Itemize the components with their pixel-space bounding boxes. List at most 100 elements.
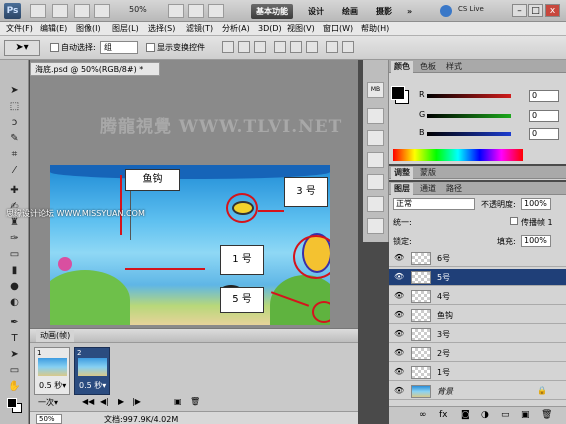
tab-swatches[interactable]: 色板	[417, 61, 439, 73]
minibridge-panel-icon[interactable]: MB	[367, 82, 384, 98]
actions-icon[interactable]	[367, 130, 384, 146]
align-right-icon[interactable]	[306, 41, 318, 53]
menu-file[interactable]: 文件(F)	[6, 23, 33, 35]
loop-select[interactable]: 一次▾	[38, 397, 58, 408]
menu-filter[interactable]: 滤镜(T)	[186, 23, 213, 35]
group-icon[interactable]: ▭	[501, 410, 510, 420]
eye-icon[interactable]: 👁	[394, 292, 404, 300]
move-tool-preset-icon[interactable]: ➤▾	[4, 40, 40, 56]
eye-icon[interactable]: 👁	[394, 254, 404, 262]
align-bottom-icon[interactable]	[254, 41, 266, 53]
menu-analysis[interactable]: 分析(A)	[222, 23, 250, 35]
dodge-tool-icon[interactable]: ◐	[6, 296, 23, 310]
align-hcenter-icon[interactable]	[290, 41, 302, 53]
workspace-photography[interactable]: 摄影	[371, 4, 397, 19]
frame-delay[interactable]: 0.5 秒▾	[79, 380, 106, 391]
foreground-color-swatch[interactable]	[7, 398, 17, 408]
grid-icon[interactable]	[74, 4, 90, 18]
shape-tool-icon[interactable]: ▭	[6, 364, 23, 378]
more-workspaces-button[interactable]: »	[402, 4, 417, 19]
channel-value[interactable]: 0	[529, 90, 559, 102]
slider-track[interactable]	[427, 114, 511, 118]
hand-tool-icon[interactable]: ✋	[6, 380, 23, 394]
brush-presets-icon[interactable]	[367, 152, 384, 168]
animation-tab[interactable]: 动画(帧)	[36, 330, 75, 342]
path-select-icon[interactable]: ➤	[6, 348, 23, 362]
animation-frame[interactable]: 1 0.5 秒▾	[34, 347, 70, 395]
animation-frame-selected[interactable]: 2 0.5 秒▾	[74, 347, 110, 395]
delete-layer-icon[interactable]: 🗑	[541, 410, 552, 420]
first-frame-icon[interactable]: ◀◀	[82, 397, 94, 406]
pen-tool-icon[interactable]: ✒	[6, 316, 23, 330]
history-brush-icon[interactable]: ✑	[6, 232, 23, 246]
slider-track[interactable]	[427, 132, 511, 136]
eye-icon[interactable]: 👁	[394, 330, 404, 338]
tab-adjustments[interactable]: 调整	[391, 167, 413, 179]
auto-select-checkbox[interactable]	[50, 43, 59, 52]
eraser-icon[interactable]: ▭	[6, 248, 23, 262]
mask-icon[interactable]: ◙	[461, 410, 470, 420]
layer-row[interactable]: 👁 鱼钩	[389, 307, 566, 324]
menu-layer[interactable]: 图层(L)	[112, 23, 139, 35]
document-tab[interactable]: 海底.psd @ 50%(RGB/8#) *	[30, 62, 160, 76]
eye-icon[interactable]: 👁	[394, 368, 404, 376]
propagate-checkbox[interactable]	[510, 217, 518, 225]
tab-masks[interactable]: 蒙版	[417, 167, 439, 179]
cslive-label[interactable]: CS Live	[458, 5, 484, 13]
minibridge-icon[interactable]	[52, 4, 68, 18]
workspace-painting[interactable]: 绘画	[337, 4, 363, 19]
delete-frame-icon[interactable]: 🗑	[190, 397, 200, 406]
frame-delay[interactable]: 0.5 秒▾	[39, 380, 66, 391]
workspace-design[interactable]: 设计	[303, 4, 329, 19]
align-vcenter-icon[interactable]	[238, 41, 250, 53]
play-icon[interactable]: ▶	[118, 397, 124, 406]
layer-row-background[interactable]: 👁 背景 🔒	[389, 383, 566, 400]
menu-image[interactable]: 图像(I)	[76, 23, 101, 35]
menu-edit[interactable]: 编辑(E)	[40, 23, 67, 35]
layer-row[interactable]: 👁 3号	[389, 326, 566, 343]
arrange-icon[interactable]	[94, 4, 110, 18]
zoom-field[interactable]: 50%	[36, 414, 62, 424]
bridge-icon[interactable]	[30, 4, 46, 18]
next-frame-icon[interactable]: |▶	[132, 397, 141, 406]
rotate-view-icon[interactable]	[208, 4, 224, 18]
cslive-icon[interactable]	[440, 5, 452, 17]
workspace-essentials[interactable]: 基本功能	[251, 4, 293, 19]
menu-window[interactable]: 窗口(W)	[323, 23, 353, 35]
fill-field[interactable]: 100%	[521, 235, 551, 247]
eye-icon[interactable]: 👁	[394, 387, 404, 395]
align-top-icon[interactable]	[222, 41, 234, 53]
clone-source-icon[interactable]	[367, 174, 384, 190]
fg-color-chip[interactable]	[391, 86, 405, 100]
adjustment-layer-icon[interactable]: ◑	[481, 410, 489, 420]
menu-3d[interactable]: 3D(D)	[258, 23, 282, 35]
blend-mode-select[interactable]: 正常	[393, 198, 475, 210]
layer-row[interactable]: 👁 1号	[389, 364, 566, 381]
zoom-tool-icon[interactable]	[188, 4, 204, 18]
minimize-button[interactable]: –	[512, 4, 527, 17]
layer-row[interactable]: 👁 4号	[389, 288, 566, 305]
healing-brush-icon[interactable]: ✚	[6, 184, 23, 198]
channel-value[interactable]: 0	[529, 128, 559, 140]
hand-icon[interactable]	[168, 4, 184, 18]
tab-color[interactable]: 颜色	[391, 61, 413, 73]
eyedropper-icon[interactable]: ⁄	[6, 164, 23, 178]
opacity-field[interactable]: 100%	[521, 198, 551, 210]
channel-value[interactable]: 0	[529, 110, 559, 122]
new-layer-icon[interactable]: ▣	[521, 410, 530, 420]
tab-styles[interactable]: 样式	[443, 61, 465, 73]
tab-layers[interactable]: 图层	[391, 183, 413, 195]
blur-tool-icon[interactable]: ●	[6, 280, 23, 294]
distribute-icon[interactable]	[326, 41, 338, 53]
zoom-select[interactable]: 50%	[125, 4, 162, 18]
lasso-tool-icon[interactable]: ↄ	[6, 116, 23, 130]
maximize-button[interactable]: □	[528, 4, 543, 17]
prev-frame-icon[interactable]: ◀|	[100, 397, 109, 406]
quick-select-icon[interactable]: ✎	[6, 132, 23, 146]
paragraph-icon[interactable]	[367, 218, 384, 234]
fx-icon[interactable]: fx	[439, 410, 448, 420]
auto-align-icon[interactable]	[342, 41, 354, 53]
layer-row[interactable]: 👁 2号	[389, 345, 566, 362]
menu-select[interactable]: 选择(S)	[148, 23, 175, 35]
layer-row[interactable]: 👁 6号	[389, 250, 566, 267]
